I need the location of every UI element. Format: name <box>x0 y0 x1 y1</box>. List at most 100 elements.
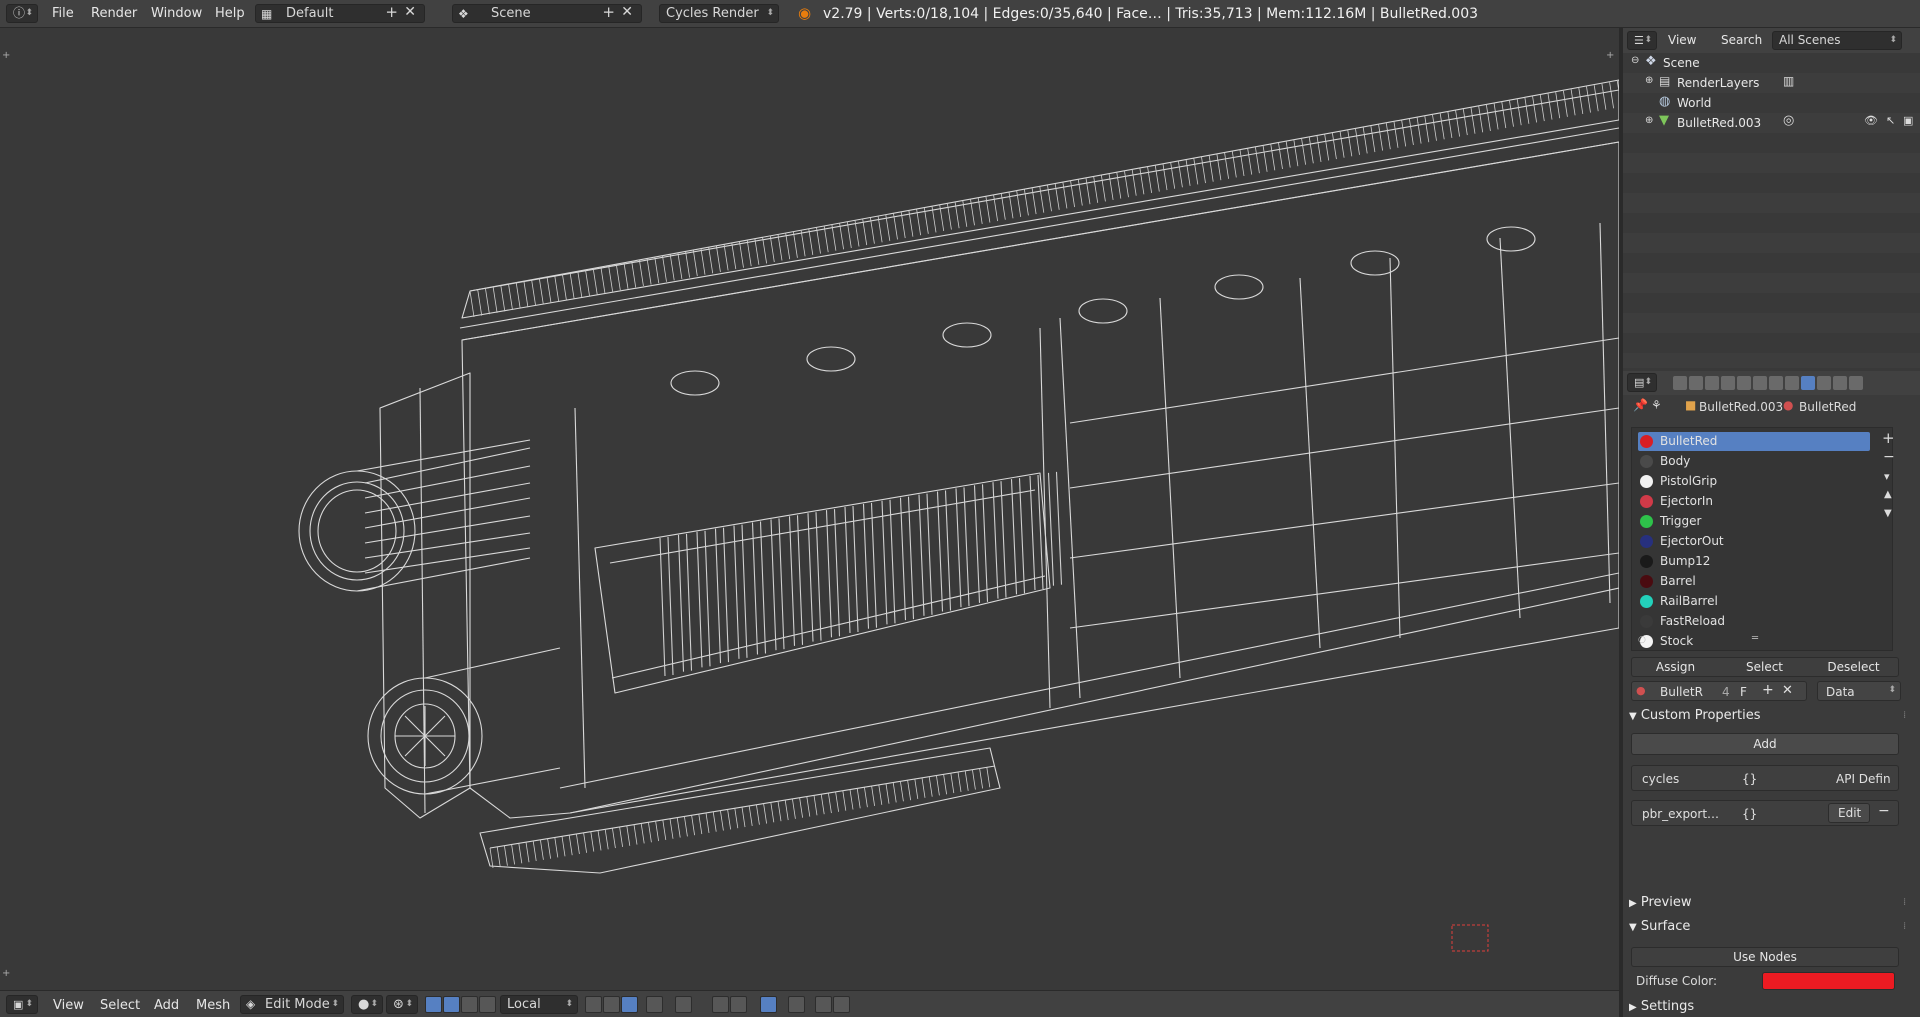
outliner-search-menu[interactable]: Search <box>1721 33 1762 47</box>
render-icon[interactable] <box>815 996 832 1013</box>
outliner-view-menu[interactable]: View <box>1668 33 1696 47</box>
fake-user-button[interactable]: F <box>1740 685 1747 699</box>
render-layers-tab-icon[interactable] <box>1689 376 1703 390</box>
material-slot-barrel[interactable]: Barrel <box>1638 572 1870 591</box>
mode-dropdown[interactable]: ◈ Edit Mode ⬍ <box>240 995 344 1014</box>
selectability-cursor-icon[interactable]: ↖ <box>1886 114 1895 127</box>
scene-tab-icon[interactable] <box>1705 376 1719 390</box>
renderability-camera-icon[interactable]: ▣ <box>1903 114 1913 127</box>
menu-view[interactable]: View <box>53 998 84 1013</box>
add-slot-icon[interactable]: + <box>1882 429 1895 447</box>
panel-drag-handle-icon[interactable]: ⁞ <box>1903 897 1906 908</box>
editor-type-info-button[interactable]: ⓘ ⬍ <box>6 4 38 23</box>
editor-type-3d-button[interactable]: ▣ ⬍ <box>6 995 38 1014</box>
mesh-data-icon[interactable]: ◎ <box>1783 113 1794 128</box>
mesh-wireframe[interactable] <box>0 28 1619 990</box>
particles-tab-icon[interactable] <box>1833 376 1847 390</box>
mirror-icon[interactable] <box>730 996 747 1013</box>
occlude-geometry-icon[interactable] <box>760 996 777 1013</box>
menu-file[interactable]: File <box>52 6 74 21</box>
material-slot-list[interactable]: BulletRed Body PistolGrip EjectorIn Trigger E… <box>1631 427 1893 651</box>
material-slot-fastreload[interactable]: FastReload <box>1638 612 1870 631</box>
add-scene-icon[interactable]: + <box>602 4 615 21</box>
snap-icon[interactable] <box>712 996 729 1013</box>
data-tab-icon[interactable] <box>1785 376 1799 390</box>
expand-icon[interactable]: ⊕ <box>1645 75 1653 86</box>
move-slot-up-icon[interactable]: ▲ <box>1884 489 1892 500</box>
manipulator-toggle-icon[interactable] <box>425 996 442 1013</box>
snap-target-icon[interactable] <box>788 996 805 1013</box>
scene-dropdown[interactable]: ❖ Scene + ✕ <box>452 4 642 23</box>
edge-select-icon[interactable] <box>621 996 638 1013</box>
filter-options-icon[interactable]: ○ <box>1638 635 1646 645</box>
breadcrumb-object[interactable]: BulletRed.003 <box>1699 400 1783 414</box>
close-scene-icon[interactable]: ✕ <box>621 4 633 21</box>
remove-slot-icon[interactable]: − <box>1883 449 1895 465</box>
deselect-button[interactable]: Deselect <box>1809 657 1898 677</box>
panel-drag-handle-icon[interactable]: ⁞ <box>1903 710 1906 721</box>
settings-panel-header[interactable]: ▶ Settings <box>1629 999 1694 1014</box>
custom-properties-header[interactable]: ▼ Custom Properties <box>1629 708 1760 723</box>
material-slot-railbarrel[interactable]: RailBarrel <box>1638 592 1870 611</box>
material-slot-pistolgrip[interactable]: PistolGrip <box>1638 472 1870 491</box>
3d-viewport[interactable]: + + + <box>0 28 1619 990</box>
menu-help[interactable]: Help <box>215 6 245 21</box>
material-slot-bump12[interactable]: Bump12 <box>1638 552 1870 571</box>
preview-panel-header[interactable]: ▶ Preview <box>1629 895 1691 910</box>
new-material-icon[interactable]: + <box>1762 682 1774 698</box>
texture-tab-icon[interactable] <box>1817 376 1831 390</box>
outliner-item-bulletred[interactable]: ⊕ ▼ BulletRed.003 ◎ 👁 ↖ ▣ <box>1623 113 1920 133</box>
add-layout-icon[interactable]: + <box>385 4 398 21</box>
menu-mesh[interactable]: Mesh <box>196 998 230 1013</box>
scale-manipulator-icon[interactable] <box>479 996 496 1013</box>
assign-button[interactable]: Assign <box>1631 657 1720 677</box>
link-type-dropdown[interactable]: Data ⬍ <box>1817 681 1901 701</box>
render-engine-dropdown[interactable]: Cycles Render ⬍ <box>659 4 779 23</box>
material-slot-body[interactable]: Body <box>1638 452 1870 471</box>
visibility-eye-icon[interactable]: 👁 <box>1864 114 1878 127</box>
constraints-tab-icon[interactable] <box>1753 376 1767 390</box>
expand-icon[interactable]: ⊕ <box>1645 115 1653 126</box>
panel-drag-handle-icon[interactable]: ⁞ <box>1903 921 1906 932</box>
render-tab-icon[interactable] <box>1673 376 1687 390</box>
material-slot-ejectorin[interactable]: EjectorIn <box>1638 492 1870 511</box>
expand-icon[interactable]: ⊖ <box>1631 55 1639 66</box>
material-slot-trigger[interactable]: Trigger <box>1638 512 1870 531</box>
face-select-icon[interactable] <box>646 996 663 1013</box>
shading-dropdown[interactable]: ● ⬍ <box>351 995 383 1014</box>
menu-select[interactable]: Select <box>100 998 140 1013</box>
unlink-material-icon[interactable]: ✕ <box>1782 683 1793 698</box>
render-layer-toggle-icon[interactable]: ▥ <box>1783 74 1794 88</box>
proportional-edit-icon[interactable] <box>675 996 692 1013</box>
translate-manipulator-icon[interactable] <box>443 996 460 1013</box>
material-tab-icon[interactable] <box>1801 376 1815 390</box>
select-button[interactable]: Select <box>1720 657 1809 677</box>
close-layout-icon[interactable]: ✕ <box>404 4 416 21</box>
physics-tab-icon[interactable] <box>1849 376 1863 390</box>
property-value[interactable]: {} <box>1742 772 1757 786</box>
screen-layout-dropdown[interactable]: ▦ Default + ✕ <box>255 4 425 23</box>
list-resize-grip-icon[interactable]: ═ <box>1752 633 1758 644</box>
properties-editor-type-button[interactable]: ▤ ⬍ <box>1627 373 1657 392</box>
modifiers-tab-icon[interactable] <box>1769 376 1783 390</box>
material-slot-bulletred[interactable]: BulletRed <box>1638 432 1870 451</box>
pivot-dropdown[interactable]: ⊛ ⬍ <box>386 995 418 1014</box>
opengl-render-icon[interactable] <box>833 996 850 1013</box>
menu-render[interactable]: Render <box>91 6 137 21</box>
slot-specials-icon[interactable]: ▾ <box>1884 470 1890 483</box>
remove-property-icon[interactable]: − <box>1878 803 1890 819</box>
breadcrumb-material[interactable]: BulletRed <box>1799 400 1856 414</box>
property-value[interactable]: {} <box>1742 807 1757 821</box>
outliner-item-scene[interactable]: ⊖ ❖ Scene <box>1623 53 1920 73</box>
material-datablock-selector[interactable]: ● BulletR 4 F + ✕ <box>1631 681 1807 701</box>
pin-icon[interactable]: 📌 <box>1633 398 1648 412</box>
move-slot-down-icon[interactable]: ▼ <box>1884 508 1892 519</box>
vertex-select-icon[interactable] <box>603 996 620 1013</box>
menu-add[interactable]: Add <box>154 998 179 1013</box>
layer-icon[interactable] <box>585 996 602 1013</box>
menu-window[interactable]: Window <box>151 6 202 21</box>
outliner-item-renderlayers[interactable]: ⊕ ▤ RenderLayers ▥ <box>1623 73 1920 93</box>
rotate-manipulator-icon[interactable] <box>461 996 478 1013</box>
material-browse-icon[interactable]: ● <box>1636 684 1646 697</box>
object-tab-icon[interactable] <box>1737 376 1751 390</box>
